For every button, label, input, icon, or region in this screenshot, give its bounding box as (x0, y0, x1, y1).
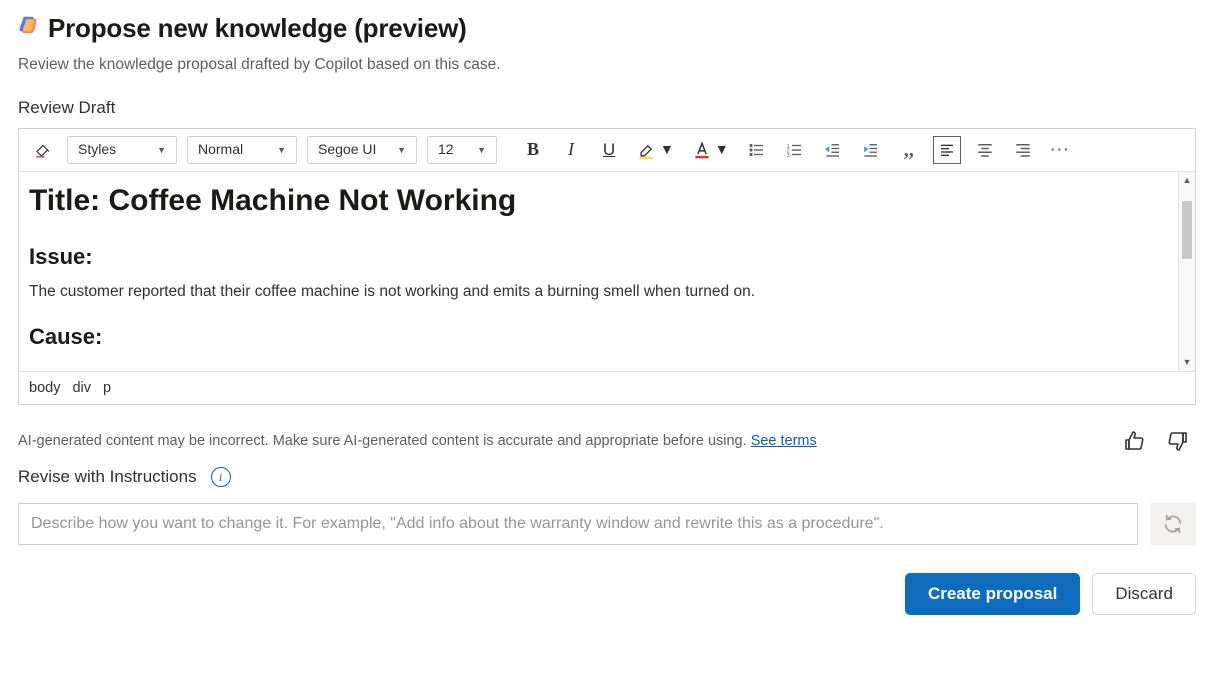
scroll-up-icon[interactable]: ▲ (1179, 172, 1195, 189)
ai-notice: AI-generated content may be incorrect. M… (18, 431, 817, 451)
revise-label: Revise with Instructions (18, 465, 197, 489)
page-title: Propose new knowledge (preview) (48, 10, 467, 46)
issue-heading: Issue: (29, 242, 1168, 273)
format-dropdown[interactable]: Normal ▼ (187, 136, 297, 164)
styles-dropdown-label: Styles (78, 140, 116, 160)
scroll-track[interactable] (1179, 189, 1195, 354)
editor-content[interactable]: Title: Coffee Machine Not Working Issue:… (19, 172, 1178, 371)
align-right-button[interactable] (1009, 136, 1037, 164)
path-segment[interactable]: p (103, 378, 111, 398)
see-terms-link[interactable]: See terms (751, 433, 817, 449)
copilot-icon (18, 14, 40, 42)
refresh-button[interactable] (1150, 503, 1196, 545)
font-size-dropdown[interactable]: 12 ▼ (427, 136, 497, 164)
info-icon[interactable]: i (211, 467, 231, 487)
chevron-down-icon: ▼ (477, 144, 486, 157)
numbered-list-button[interactable]: 1 2 3 (781, 136, 809, 164)
format-dropdown-label: Normal (198, 140, 243, 160)
blockquote-button[interactable]: ,, (895, 136, 923, 164)
discard-button[interactable]: Discard (1092, 573, 1196, 615)
chevron-down-icon: ▼ (397, 144, 406, 157)
underline-button[interactable]: U (595, 136, 623, 164)
ai-notice-row: AI-generated content may be incorrect. M… (18, 427, 1196, 455)
editor-toolbar: Styles ▼ Normal ▼ Segoe UI ▼ 12 ▼ B I U (19, 129, 1195, 172)
ai-notice-text: AI-generated content may be incorrect. M… (18, 433, 751, 449)
indent-button[interactable] (857, 136, 885, 164)
paint-format-icon[interactable] (29, 136, 57, 164)
svg-text:3: 3 (786, 153, 789, 159)
thumbs-up-button[interactable] (1120, 427, 1148, 455)
scroll-down-icon[interactable]: ▼ (1179, 354, 1195, 371)
path-segment[interactable]: div (72, 378, 91, 398)
font-dropdown-label: Segoe UI (318, 140, 376, 160)
chevron-down-icon: ▼ (277, 144, 286, 157)
align-left-button[interactable] (933, 136, 961, 164)
path-segment[interactable]: body (29, 378, 60, 398)
chevron-down-icon: ▼ (660, 140, 674, 160)
review-draft-label: Review Draft (18, 96, 1196, 120)
italic-button[interactable]: I (557, 136, 585, 164)
issue-body: The customer reported that their coffee … (29, 281, 1168, 303)
chevron-down-icon: ▼ (157, 144, 166, 157)
font-size-dropdown-label: 12 (438, 140, 454, 160)
scroll-thumb[interactable] (1182, 201, 1192, 259)
revise-label-row: Revise with Instructions i (18, 465, 1196, 489)
revise-row (18, 503, 1196, 545)
highlight-color-button[interactable]: ▼ (633, 136, 678, 164)
footer-buttons: Create proposal Discard (18, 573, 1196, 615)
outdent-button[interactable] (819, 136, 847, 164)
vertical-scrollbar[interactable]: ▲ ▼ (1178, 172, 1195, 371)
revise-input[interactable] (18, 503, 1138, 545)
bullet-list-button[interactable] (743, 136, 771, 164)
header: Propose new knowledge (preview) (18, 10, 1196, 46)
thumbs-down-button[interactable] (1164, 427, 1192, 455)
align-center-button[interactable] (971, 136, 999, 164)
element-path-bar: body div p (19, 371, 1195, 404)
draft-title: Title: Coffee Machine Not Working (29, 180, 1168, 222)
bold-button[interactable]: B (519, 136, 547, 164)
cause-heading: Cause: (29, 322, 1168, 353)
page-subtitle: Review the knowledge proposal drafted by… (18, 54, 1196, 76)
editor-body: Title: Coffee Machine Not Working Issue:… (19, 172, 1195, 371)
font-color-button[interactable]: ▼ (688, 136, 733, 164)
styles-dropdown[interactable]: Styles ▼ (67, 136, 177, 164)
chevron-down-icon: ▼ (715, 140, 729, 160)
editor-frame: Styles ▼ Normal ▼ Segoe UI ▼ 12 ▼ B I U (18, 128, 1196, 406)
page-root: Propose new knowledge (preview) Review t… (0, 0, 1214, 635)
create-proposal-button[interactable]: Create proposal (905, 573, 1080, 615)
feedback-buttons (1120, 427, 1196, 455)
font-dropdown[interactable]: Segoe UI ▼ (307, 136, 417, 164)
more-options-button[interactable]: ··· (1047, 136, 1075, 164)
